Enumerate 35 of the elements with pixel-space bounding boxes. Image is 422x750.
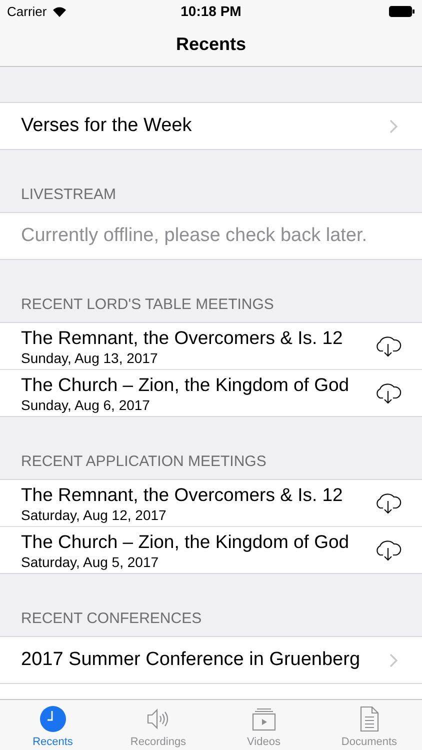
cloud-download-icon — [374, 334, 402, 358]
list-row[interactable]: The Church – Zion, the Kingdom of God Sunday, Aug 6, 2017 — [0, 370, 422, 416]
row-title: Verses for the Week — [21, 115, 193, 137]
row-date: Sunday, Aug 13, 2017 — [21, 350, 159, 366]
list-row[interactable] — [0, 684, 422, 699]
list-row[interactable]: Verses for the Week — [0, 103, 422, 149]
row-date: Saturday, Aug 5, 2017 — [21, 554, 160, 570]
cloud-download-icon — [374, 491, 402, 515]
status-message: Currently offline, please check back later. — [21, 225, 368, 247]
row-date: Sunday, Aug 6, 2017 — [21, 396, 151, 412]
row-title: The Remnant, the Overcomers & Is. 12 — [21, 484, 344, 506]
cloud-download-icon — [374, 381, 402, 405]
list-row[interactable]: 2017 Summer Conference in Gruenberg — [0, 637, 422, 683]
status-time: 10:18 PM — [180, 3, 242, 19]
list-row[interactable]: The Remnant, the Overcomers & Is. 12 Sunday, Aug 13, 2017 — [0, 323, 422, 370]
wifi-icon — [52, 6, 67, 16]
battery-icon — [388, 6, 415, 16]
section-header: RECENT APPLICATION MEETINGS — [21, 453, 266, 470]
list-row[interactable]: The Church – Zion, the Kingdom of God Saturday, Aug 5, 2017 — [0, 527, 422, 573]
row-date: Saturday, Aug 12, 2017 — [21, 506, 168, 522]
clock-icon — [38, 705, 67, 733]
row-title: The Church – Zion, the Kingdom of God — [21, 530, 350, 552]
carrier-label: Carrier — [7, 4, 47, 18]
row-title: The Remnant, the Overcomers & Is. 12 — [21, 326, 344, 348]
chevron-icon — [389, 118, 398, 134]
section-header: LIVESTREAM — [21, 186, 116, 203]
list-row[interactable]: The Remnant, the Overcomers & Is. 12 Saturday, Aug 12, 2017 — [0, 480, 422, 527]
screen-title: Recents — [176, 34, 246, 54]
row-title: 2017 Summer Conference in Gruenberg — [21, 649, 362, 671]
cloud-download-icon — [374, 538, 402, 562]
section-header: RECENT LORD'S TABLE MEETINGS — [21, 296, 274, 313]
section-header: RECENT CONFERENCES — [21, 610, 202, 627]
row-title: The Church – Zion, the Kingdom of God — [21, 374, 350, 396]
tab-item[interactable]: Recents — [0, 700, 106, 750]
chevron-icon — [389, 652, 398, 668]
